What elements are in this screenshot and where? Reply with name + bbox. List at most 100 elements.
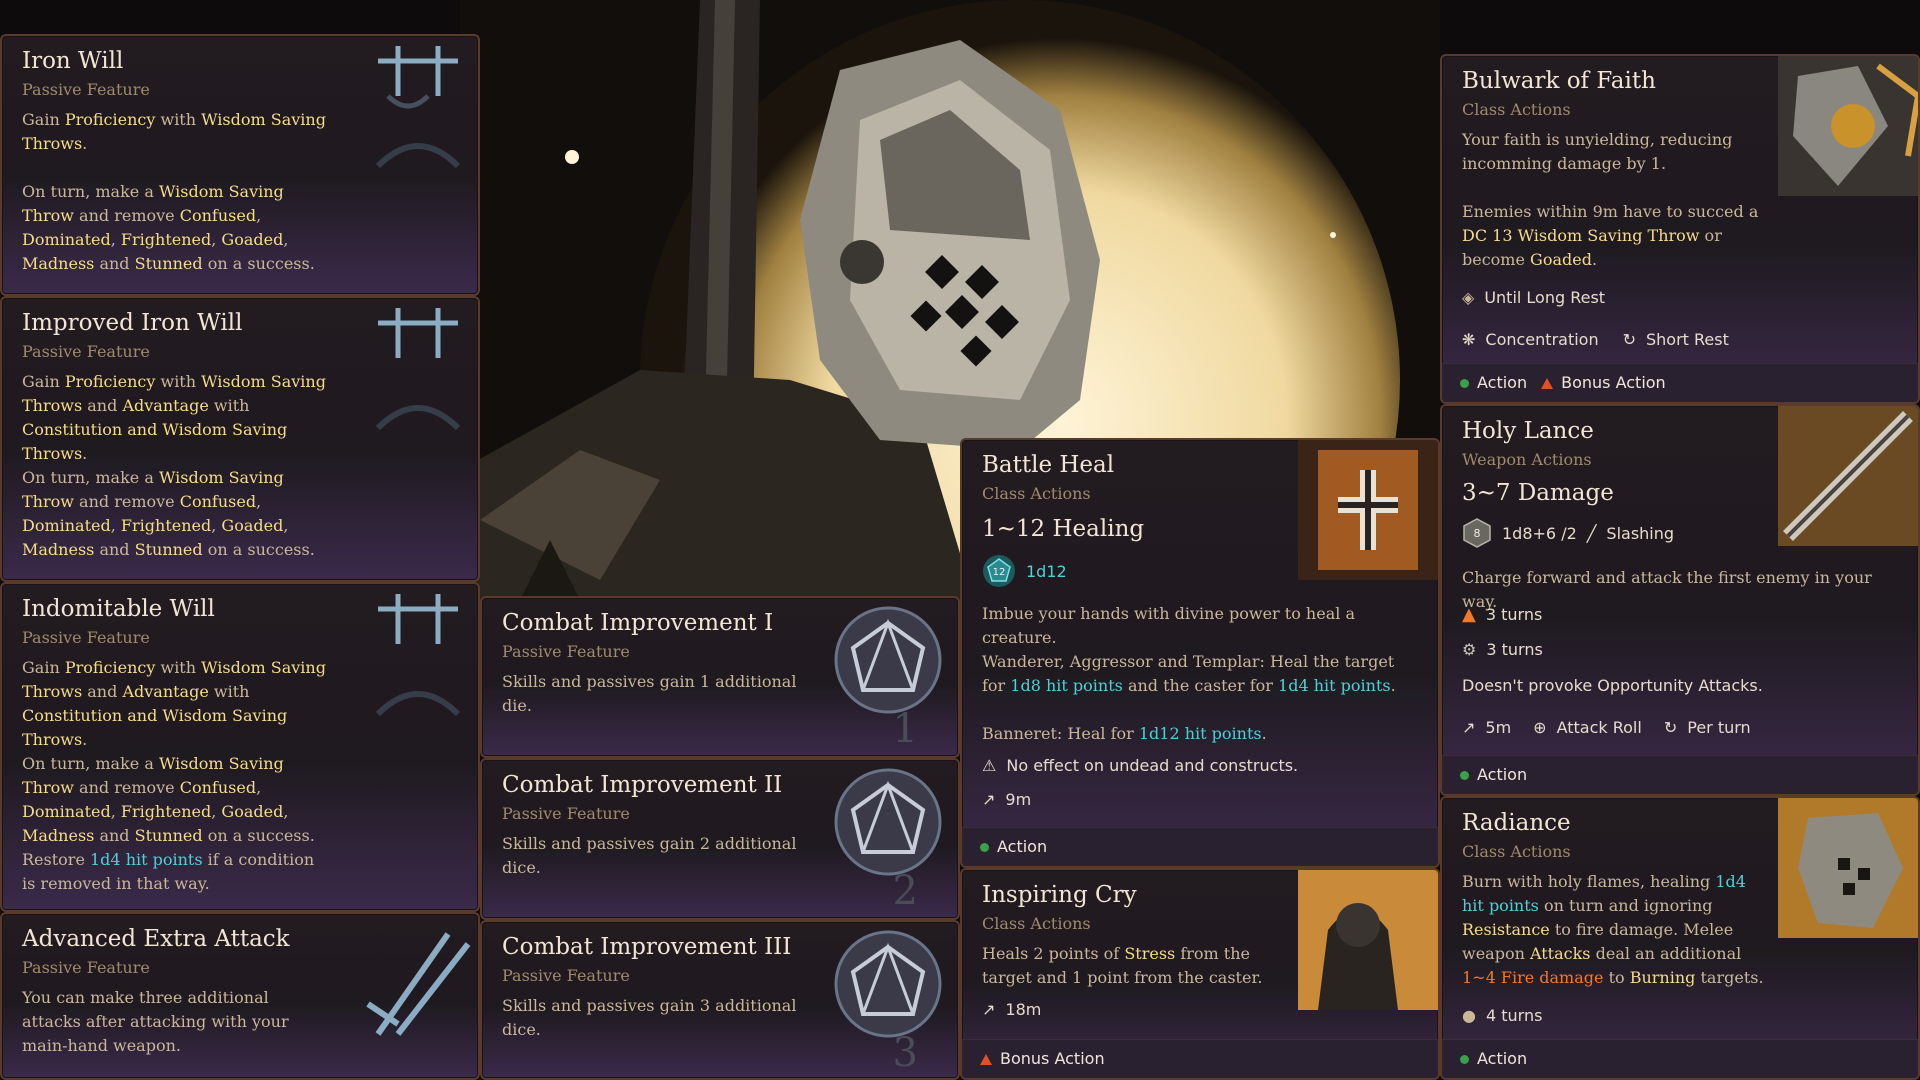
card-title: Radiance [1462, 810, 1571, 836]
card-subtitle: Class Actions [1462, 100, 1571, 119]
range-icon: ↗ [1462, 718, 1476, 737]
card-description-2: Enemies within 9m have to succed a DC 13… [1462, 202, 1759, 269]
card-title: Iron Will [22, 48, 124, 74]
card-description: Skills and passives gain 3 additional di… [502, 996, 797, 1039]
duration-row: ● 4 turns [1462, 1006, 1543, 1025]
wings-icon [338, 36, 478, 176]
crosshair-icon: ⊕ [1533, 718, 1547, 737]
card-indomitable-will[interactable]: Indomitable Will Passive Feature Gain Pr… [0, 582, 480, 912]
action-icon [1460, 379, 1469, 388]
warning-row: ⚠ No effect on undead and constructs. [982, 756, 1299, 775]
d20-dice-icon [818, 760, 958, 900]
card-title: Holy Lance [1462, 418, 1594, 444]
range-row: ↗ 18m [982, 1000, 1042, 1019]
short-rest-icon: ↻ [1622, 330, 1636, 349]
card-description: You can make three additional attacks af… [22, 988, 289, 1055]
card-subtitle: Passive Feature [22, 958, 150, 977]
action-cost-bar: Action [962, 827, 1438, 866]
card-subtitle: Weapon Actions [1462, 450, 1592, 469]
card-radiance[interactable]: Radiance Class Actions Burn with holy fl… [1440, 796, 1920, 1080]
card-title: Combat Improvement III [502, 934, 792, 960]
card-title: Advanced Extra Attack [22, 926, 290, 952]
card-title: Bulwark of Faith [1462, 68, 1656, 94]
card-description-2: On turn, make a Wisdom Saving Throw and … [22, 182, 315, 273]
card-title: Battle Heal [982, 452, 1115, 478]
card-description-2: On turn, make a Wisdom Saving Throw and … [22, 468, 315, 559]
card-advanced-extra-attack[interactable]: Advanced Extra Attack Passive Feature Yo… [0, 912, 480, 1080]
card-subtitle: Passive Feature [502, 966, 630, 985]
tier-number: 2 [892, 868, 918, 914]
card-title: Combat Improvement II [502, 772, 783, 798]
healing-dice-row: 12 1d12 [982, 554, 1067, 588]
card-description: Skills and passives gain 2 additional di… [502, 834, 797, 877]
card-subtitle: Passive Feature [502, 642, 630, 661]
warning-icon: ⚠ [982, 756, 997, 775]
status-row: ⚙ 3 turns [1462, 640, 1543, 659]
shield-icon [1778, 56, 1918, 196]
card-subtitle: Passive Feature [22, 342, 150, 361]
skull-icon: ⚙ [1462, 640, 1477, 659]
card-description-2: On turn, make a Wisdom Saving Throw and … [22, 754, 315, 893]
bonus-action-icon [980, 1054, 992, 1065]
d20-dice-icon [818, 598, 958, 738]
bonus-action-icon [1541, 378, 1554, 389]
card-description: Imbue your hands with divine power to he… [982, 604, 1355, 647]
tags-row: ↗ 5m ⊕ Attack Roll ↻ Per turn [1462, 718, 1751, 737]
wings-icon [338, 584, 478, 724]
card-description: Skills and passives gain 1 additional di… [502, 672, 797, 715]
svg-text:8: 8 [1474, 527, 1481, 540]
d12-dice-icon: 12 [983, 555, 1015, 587]
card-combat-improvement-1[interactable]: 1 Combat Improvement I Passive Feature S… [480, 596, 960, 758]
card-description: Heals 2 points of Stress from the target… [982, 944, 1263, 987]
damage-dice-row: 8 1d8+6 /2 ╱ Slashing [1462, 518, 1674, 548]
action-cost-bar: Bonus Action [962, 1039, 1438, 1078]
note-row: Doesn't provoke Opportunity Attacks. [1462, 676, 1763, 695]
action-icon [1460, 771, 1469, 780]
card-subtitle: Passive Feature [502, 804, 630, 823]
range-icon: ↗ [982, 1000, 996, 1019]
helmet-portrait-icon [1778, 798, 1918, 938]
action-cost-bar: Action [1442, 755, 1918, 794]
card-description: Your faith is unyielding, reducing incom… [1462, 130, 1733, 173]
action-cost-bar: Action [1442, 1039, 1918, 1078]
holy-cross-icon [1298, 440, 1438, 580]
card-subtitle: Class Actions [1462, 842, 1571, 861]
card-combat-improvement-3[interactable]: 3 Combat Improvement III Passive Feature… [480, 920, 960, 1080]
fire-icon: ▲ [1462, 604, 1476, 625]
card-description: Gain Proficiency with Wisdom Saving Thro… [22, 372, 326, 463]
card-holy-lance[interactable]: Holy Lance Weapon Actions 3~7 Damage 8 1… [1440, 404, 1920, 796]
card-description-3: Banneret: Heal for 1d12 hit points. [982, 724, 1267, 743]
d20-dice-icon [818, 922, 958, 1062]
concentration-icon: ❋ [1462, 330, 1476, 349]
tier-number: 1 [892, 706, 918, 752]
duration-row: ◈ Until Long Rest [1462, 288, 1606, 307]
card-subtitle: Class Actions [982, 914, 1091, 933]
card-title: Combat Improvement I [502, 610, 774, 636]
card-bulwark-of-faith[interactable]: Bulwark of Faith Class Actions Your fait… [1440, 54, 1920, 404]
d8-dice-icon: 8 [1463, 518, 1491, 548]
lance-icon [1778, 406, 1918, 546]
slashing-icon: ╱ [1586, 523, 1597, 543]
card-inspiring-cry[interactable]: Inspiring Cry Class Actions Heals 2 poin… [960, 868, 1440, 1080]
card-iron-will[interactable]: Iron Will Passive Feature Gain Proficien… [0, 34, 480, 296]
crossed-swords-icon [338, 914, 478, 1054]
card-description: Gain Proficiency with Wisdom Saving Thro… [22, 658, 326, 749]
tags-row: ❋ Concentration ↻ Short Rest [1462, 330, 1729, 349]
action-icon [1460, 1055, 1469, 1064]
card-improved-iron-will[interactable]: Improved Iron Will Passive Feature Gain … [0, 296, 480, 582]
card-description-2: Wanderer, Aggressor and Templar: Heal th… [982, 652, 1396, 695]
card-battle-heal[interactable]: Battle Heal Class Actions 1~12 Healing 1… [960, 438, 1440, 868]
card-subtitle: Class Actions [982, 484, 1091, 503]
sun-icon: ● [1462, 1006, 1476, 1025]
svg-text:12: 12 [993, 567, 1006, 578]
range-row: ↗ 9m [982, 790, 1032, 809]
card-title: Inspiring Cry [982, 882, 1137, 908]
wings-icon [338, 298, 478, 438]
dice-value: 1d12 [1026, 561, 1067, 581]
card-subtitle: Passive Feature [22, 628, 150, 647]
card-title: Indomitable Will [22, 596, 215, 622]
card-combat-improvement-2[interactable]: 2 Combat Improvement II Passive Feature … [480, 758, 960, 920]
card-title: Improved Iron Will [22, 310, 243, 336]
range-icon: ↗ [982, 790, 996, 809]
card-subtitle: Passive Feature [22, 80, 150, 99]
